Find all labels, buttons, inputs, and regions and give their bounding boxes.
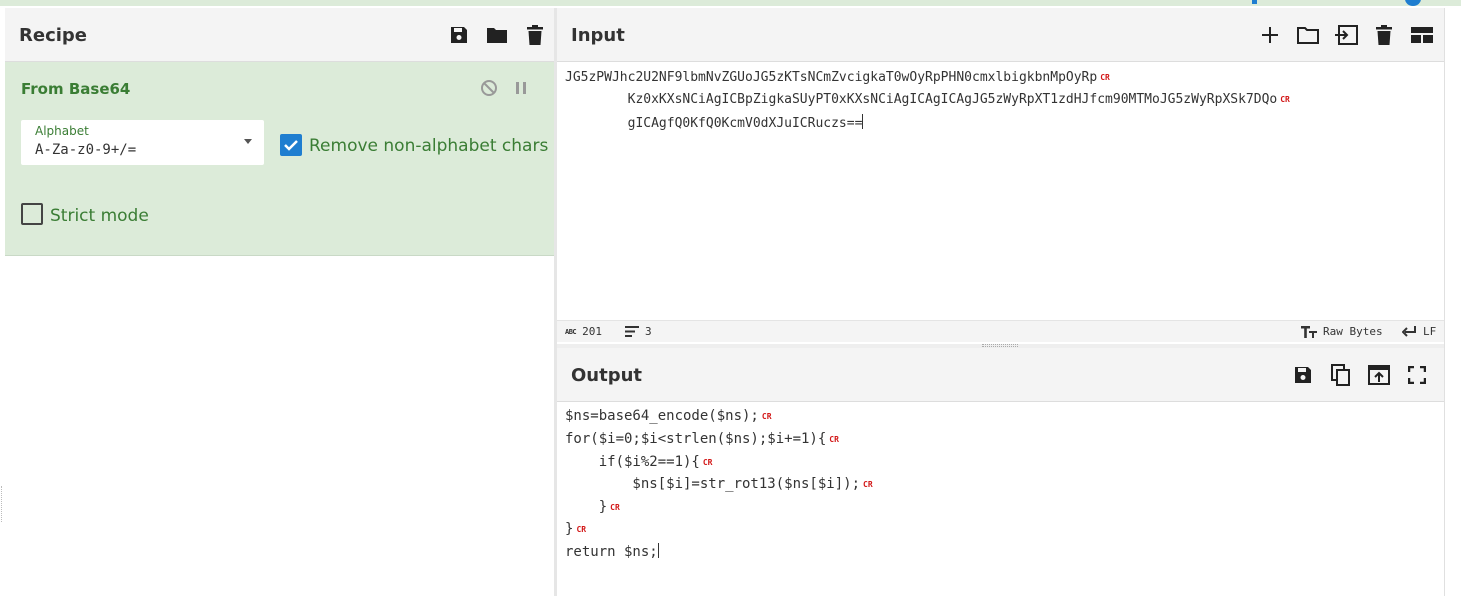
encoding-selector[interactable]: Raw Bytes xyxy=(1301,325,1383,338)
clear-input-trash-icon[interactable] xyxy=(1365,22,1403,48)
load-recipe-folder-icon[interactable] xyxy=(478,22,516,48)
eol-selector[interactable]: LF xyxy=(1402,325,1436,338)
remove-non-alphabet-label[interactable]: Remove non-alphabet chars xyxy=(309,136,548,156)
output-line: if($i%2==1){CR xyxy=(565,454,713,470)
alphabet-label: Alphabet xyxy=(35,124,89,138)
text-cursor xyxy=(862,114,864,129)
remove-non-alphabet-checkbox[interactable] xyxy=(280,134,302,156)
top-indicator xyxy=(1252,0,1257,4)
input-title: Input xyxy=(571,25,625,46)
return-arrow-icon xyxy=(1402,326,1416,337)
text-cursor xyxy=(657,543,659,558)
left-resize-grip[interactable] xyxy=(1,486,4,522)
output-pane: Output $ns=base64_encode($ns); CR for($i=… xyxy=(557,348,1444,596)
input-status-bar: ABC 201 3 Raw Bytes LF xyxy=(557,320,1444,342)
add-tab-plus-icon[interactable] xyxy=(1251,22,1289,48)
maximise-output-icon[interactable] xyxy=(1398,362,1436,388)
help-icon[interactable] xyxy=(1405,0,1421,6)
char-count: ABC 201 xyxy=(565,325,603,338)
lines-icon xyxy=(625,326,639,337)
line-count: 3 xyxy=(625,325,652,338)
strict-mode-checkbox[interactable] xyxy=(21,203,43,225)
save-output-icon[interactable] xyxy=(1284,362,1322,388)
input-line: gICAgfQ0KfQ0KcmV0dXJuICRuczs== xyxy=(565,114,864,131)
layout-tiles-icon[interactable] xyxy=(1403,22,1441,48)
input-header: Input xyxy=(557,8,1444,62)
right-scrollbar[interactable] xyxy=(1444,8,1461,596)
output-title: Output xyxy=(571,365,643,386)
char-count-icon: ABC xyxy=(565,327,577,336)
strict-mode-label[interactable]: Strict mode xyxy=(50,206,149,226)
recipe-pane: Recipe From Base64 Alphabet A-Za-z0-9+/= xyxy=(5,8,554,596)
clear-recipe-trash-icon[interactable] xyxy=(516,22,554,48)
top-strip xyxy=(0,0,1461,6)
replace-input-icon[interactable] xyxy=(1360,362,1398,388)
output-line: $ns=base64_encode($ns); CR xyxy=(565,408,772,424)
text-size-icon xyxy=(1301,325,1317,338)
output-line: return $ns; xyxy=(565,543,659,560)
save-recipe-icon[interactable] xyxy=(440,22,478,48)
chevron-down-icon xyxy=(244,139,252,144)
input-line: JG5zPWJhc2U2NF9lbmNvZGUoJG5zKTsNCmZvcigk… xyxy=(565,70,1110,85)
input-line: Kz0xKXsNCiAgICBpZigkaSUyPT0xKXsNCiAgICAg… xyxy=(565,92,1290,107)
open-file-input-icon[interactable] xyxy=(1327,22,1365,48)
output-line: } CR xyxy=(565,521,587,537)
alphabet-value: A-Za-z0-9+/= xyxy=(35,142,137,158)
output-line: $ns[$i]=str_rot13($ns[$i]); CR xyxy=(565,476,873,492)
pause-operation-icon[interactable] xyxy=(510,77,532,99)
operation-title: From Base64 xyxy=(21,80,131,98)
output-line: } CR xyxy=(565,499,620,515)
input-pane: Input JG5zPWJhc2U2NF9lbmNvZGUoJG5zKTsNCm… xyxy=(557,8,1444,344)
alphabet-select[interactable]: Alphabet A-Za-z0-9+/= xyxy=(21,120,264,165)
copy-output-icon[interactable] xyxy=(1322,362,1360,388)
recipe-header: Recipe xyxy=(5,8,554,62)
open-folder-icon[interactable] xyxy=(1289,22,1327,48)
recipe-title: Recipe xyxy=(19,25,88,46)
operation-from-base64[interactable]: From Base64 Alphabet A-Za-z0-9+/= Remove… xyxy=(5,62,554,256)
disable-operation-icon[interactable] xyxy=(478,77,500,99)
output-header: Output xyxy=(557,348,1444,402)
output-line: for($i=0;$i<strlen($ns);$i+=1){CR xyxy=(565,431,839,447)
